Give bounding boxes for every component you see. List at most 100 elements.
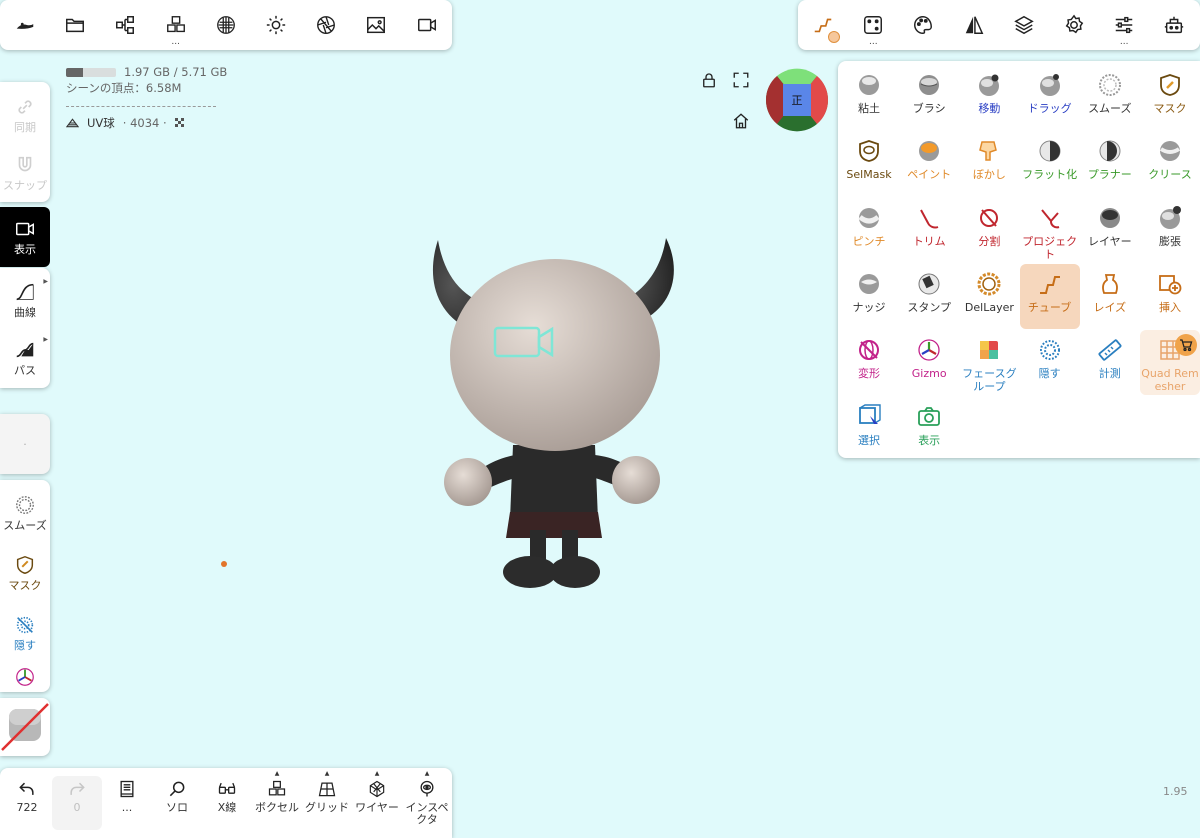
- mesh-row[interactable]: UV球 · 4034 ·: [66, 115, 227, 131]
- camera-settings-button[interactable]: [301, 0, 351, 50]
- tool-stamp[interactable]: スタンプ: [899, 264, 959, 329]
- tool-move[interactable]: 移動: [959, 65, 1019, 130]
- background-button[interactable]: [351, 0, 401, 50]
- tool-planar[interactable]: プラナー: [1080, 131, 1140, 196]
- tool-insert[interactable]: 挿入: [1140, 264, 1200, 329]
- paint-icon: [919, 141, 940, 162]
- path-button[interactable]: ▶ パス: [0, 330, 50, 386]
- quick-hide-button[interactable]: 隠す: [0, 604, 50, 662]
- image-icon: [367, 16, 386, 34]
- redo-button[interactable]: 0: [52, 776, 102, 830]
- sync-button[interactable]: 同期: [0, 88, 50, 142]
- tool-tube[interactable]: チューブ: [1019, 263, 1080, 329]
- gizmo-icon: [918, 339, 940, 361]
- tool-label: フラット化: [1022, 168, 1078, 182]
- fullscreen-icon[interactable]: [732, 71, 750, 89]
- automation-button[interactable]: [1149, 0, 1199, 50]
- tool-drag[interactable]: ドラッグ: [1020, 65, 1080, 130]
- tool-project[interactable]: プロジェクト: [1020, 198, 1080, 263]
- mask-label: マスク: [8, 579, 42, 592]
- smooth-icon: [1098, 74, 1121, 96]
- tool-lathe[interactable]: レイズ: [1080, 264, 1140, 329]
- tool-gizmo[interactable]: Gizmo: [899, 330, 959, 395]
- history-button[interactable]: ...: [102, 776, 152, 830]
- clay-icon: [859, 75, 879, 95]
- tool-label: プラナー: [1087, 168, 1132, 182]
- undo-button[interactable]: 722: [2, 776, 52, 830]
- tool-trim[interactable]: トリム: [899, 198, 959, 263]
- xray-button[interactable]: X線: [202, 776, 252, 830]
- tool-clay[interactable]: 粘土: [839, 65, 899, 130]
- tool-layer[interactable]: レイヤー: [1080, 198, 1140, 263]
- sliders-icon: [1115, 16, 1133, 34]
- scene-button[interactable]: [100, 0, 150, 50]
- tool-pinch[interactable]: ピンチ: [839, 198, 899, 263]
- inspector-button[interactable]: ▲ インスペクタ: [402, 770, 452, 830]
- dice-icon: [864, 16, 883, 34]
- settings-button[interactable]: [1049, 0, 1099, 50]
- display-button[interactable]: 表示: [0, 207, 50, 267]
- preferences-button[interactable]: ...: [1099, 0, 1149, 50]
- curve-button[interactable]: ▶ 曲線: [0, 272, 50, 328]
- video-button[interactable]: [402, 0, 452, 50]
- tool-view[interactable]: 表示: [899, 397, 959, 462]
- aperture-icon: [317, 16, 336, 34]
- tool-inflate[interactable]: 膨張: [1140, 198, 1200, 263]
- dice-button[interactable]: ...: [848, 0, 898, 50]
- voxel-button[interactable]: ...: [151, 0, 201, 50]
- home-icon[interactable]: [732, 112, 750, 130]
- solo-button[interactable]: ソロ: [152, 776, 202, 830]
- empty-slot[interactable]: ·: [0, 414, 50, 474]
- book-icon: [120, 780, 134, 798]
- wireframe-button[interactable]: ▲ ワイヤー: [352, 770, 402, 830]
- quick-smooth-button[interactable]: スムーズ: [0, 484, 50, 542]
- files-button[interactable]: [50, 0, 100, 50]
- tool-brush[interactable]: ブラシ: [899, 65, 959, 130]
- more-dots: ...: [1119, 37, 1129, 47]
- link-icon: [18, 100, 32, 114]
- view-cube-gizmo[interactable]: 正: [765, 68, 829, 132]
- tools-button[interactable]: [798, 0, 848, 50]
- mesh-name: UV球: [87, 116, 115, 130]
- lighting-button[interactable]: [251, 0, 301, 50]
- stamp-icon: [918, 273, 940, 295]
- tool-facegroup[interactable]: フェースグループ: [959, 330, 1019, 395]
- scene-info: 1.97 GB / 5.71 GB シーンの頂点：6.58M UV球 · 403…: [66, 64, 227, 131]
- tool-crease[interactable]: クリース: [1140, 131, 1200, 196]
- tool-measure[interactable]: 計測: [1080, 330, 1140, 395]
- tool-split[interactable]: 分割: [959, 198, 1019, 263]
- layers-button[interactable]: [999, 0, 1049, 50]
- tool-select[interactable]: 選択: [839, 397, 899, 462]
- tool-quad-remesher[interactable]: Quad Remesher: [1140, 330, 1200, 396]
- dellayer-icon: [977, 272, 1001, 296]
- tool-flatten[interactable]: フラット化: [1020, 131, 1080, 196]
- snap-button[interactable]: スナップ: [0, 146, 50, 200]
- app-logo-button[interactable]: [0, 0, 50, 50]
- memory-bar-fill: [66, 67, 84, 77]
- quick-gizmo-button[interactable]: [0, 664, 50, 692]
- hide-dotted-icon: [16, 616, 34, 634]
- tool-selmask[interactable]: SelMask: [839, 131, 899, 196]
- tool-paint[interactable]: ペイント: [899, 131, 959, 196]
- tool-hide[interactable]: 隠す: [1020, 330, 1080, 395]
- symmetry-button[interactable]: [949, 0, 999, 50]
- tool-smudge[interactable]: ぼかし: [959, 131, 1019, 196]
- quick-mask-button[interactable]: マスク: [0, 544, 50, 602]
- voxel-toggle-button[interactable]: ▲ ボクセル: [252, 770, 302, 830]
- material-swatch-icon[interactable]: [0, 698, 50, 756]
- tool-mask[interactable]: マスク: [1140, 65, 1200, 130]
- tool-transform[interactable]: 変形: [839, 330, 899, 395]
- matcap-button[interactable]: [201, 0, 251, 50]
- material-button[interactable]: [898, 0, 948, 50]
- path-label: パス: [14, 364, 36, 377]
- lock-icon[interactable]: [700, 71, 718, 89]
- character-model: [432, 238, 674, 588]
- sculpt-logo-icon: [16, 22, 34, 29]
- cart-icon: [1175, 334, 1197, 357]
- measure-icon: [1098, 339, 1122, 361]
- tool-smooth[interactable]: スムーズ: [1080, 65, 1140, 130]
- grid-button[interactable]: ▲ グリッド: [302, 770, 352, 830]
- tool-dellayer[interactable]: DelLayer: [959, 264, 1019, 329]
- tool-nudge[interactable]: ナッジ: [839, 264, 899, 329]
- sync-label: 同期: [14, 121, 36, 134]
